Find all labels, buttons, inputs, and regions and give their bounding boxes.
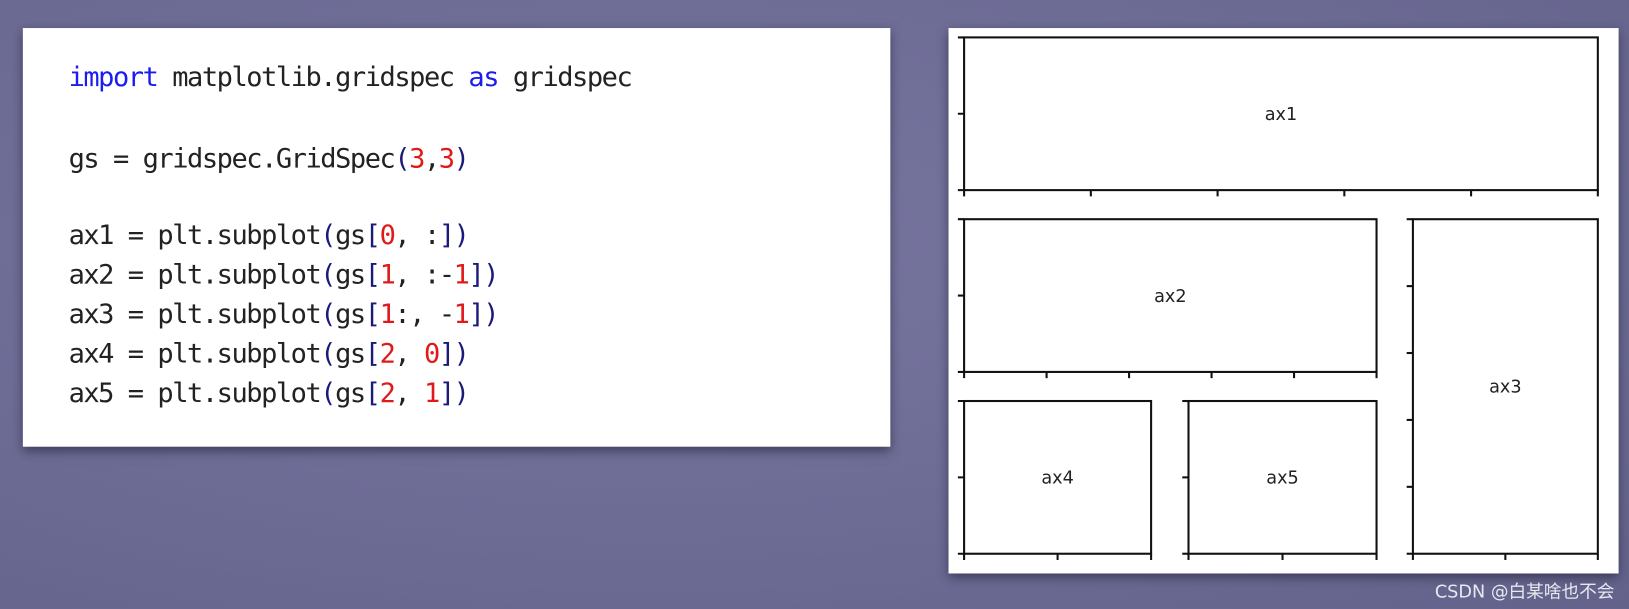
code-token: ]) (438, 338, 470, 370)
code-token: ]) (468, 299, 499, 331)
code-token: , : (394, 220, 440, 252)
code-token: ( (320, 220, 336, 252)
axes-label: ax2 (1154, 287, 1187, 307)
code-token: ax4 = plt.subplot (68, 338, 322, 370)
code-number: 1 (453, 259, 470, 291)
code-token: [ (364, 338, 381, 370)
code-token: , (394, 338, 425, 370)
code-token: gs (335, 259, 366, 291)
code-number: 3 (438, 143, 455, 175)
code-token: , (394, 378, 425, 410)
code-line: ax2 = plt.subplot(gs[1, :-1]) (68, 256, 500, 295)
code-token: ax5 = plt.subplot (68, 378, 322, 410)
slide: import matplotlib.gridspec as gridspec gs… (0, 0, 1629, 609)
code-token: gs (335, 299, 366, 331)
code-token: ( (394, 143, 410, 175)
code-token: , (423, 143, 440, 175)
code-token: [ (364, 378, 381, 410)
gridspec-figure: ax1 ax2 ax3 ax4 ax5 (957, 36, 1599, 560)
code-number: 0 (379, 220, 396, 252)
code-line: ax3 = plt.subplot(gs[1:, -1]) (68, 295, 500, 334)
code-token: ]) (438, 220, 470, 252)
code-token: gs (335, 220, 366, 252)
code-token: gridspec (498, 62, 633, 94)
code-token: ]) (438, 378, 470, 410)
code-token: ) (453, 143, 470, 175)
axes-label: ax1 (1265, 105, 1298, 125)
code-token: ( (320, 299, 336, 331)
code-token: gs = gridspec.GridSpec (68, 143, 396, 175)
code-token: matplotlib.gridspec (157, 62, 469, 94)
axes-label: ax4 (1041, 469, 1074, 489)
code-token: [ (364, 220, 381, 252)
axes-label: ax5 (1266, 469, 1299, 489)
axes-label: ax3 (1489, 378, 1522, 398)
code-line: gs = gridspec.GridSpec(3,3) (68, 139, 470, 178)
code-keyword: import (68, 62, 159, 94)
code-token: gs (335, 378, 366, 410)
code-token: ax1 = plt.subplot (68, 220, 322, 252)
code-line: ax4 = plt.subplot(gs[2, 0]) (68, 335, 470, 374)
code-number: 1 (453, 299, 470, 331)
code-token: , :- (394, 259, 455, 291)
code-keyword: as (468, 62, 499, 94)
code-token: :, - (394, 299, 455, 331)
code-token: ( (320, 378, 336, 410)
code-number: 1 (379, 299, 396, 331)
code-number: 2 (379, 378, 396, 410)
code-token: ( (320, 259, 336, 291)
figure-panel: ax1 ax2 ax3 ax4 ax5 (948, 28, 1619, 574)
code-number: 0 (424, 338, 440, 370)
code-token: ax2 = plt.subplot (68, 259, 322, 291)
code-line: ax1 = plt.subplot(gs[0, :]) (68, 216, 470, 255)
code-token: ]) (468, 259, 499, 291)
code-line: ax5 = plt.subplot(gs[2, 1]) (68, 374, 470, 413)
code-token: gs (335, 338, 366, 370)
code-token: [ (364, 259, 381, 291)
code-number: 3 (409, 143, 425, 175)
code-token: [ (364, 299, 381, 331)
code-number: 1 (424, 378, 440, 410)
code-panel: import matplotlib.gridspec as gridspec gs… (22, 28, 891, 447)
watermark: CSDN @白某啥也不会 (1434, 581, 1615, 603)
code-line: import matplotlib.gridspec as gridspec (68, 58, 633, 97)
code-number: 2 (379, 338, 396, 370)
code-number: 1 (379, 259, 396, 291)
code-token: ( (320, 338, 336, 370)
code-token: ax3 = plt.subplot (68, 299, 322, 331)
